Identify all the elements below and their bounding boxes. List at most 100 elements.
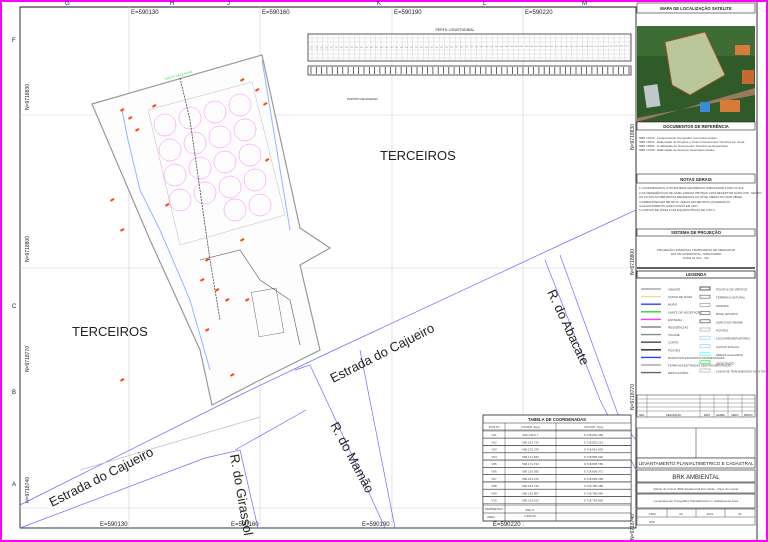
- client-name: BRK AMBIENTAL: [672, 475, 720, 481]
- column-header: COORD. N(m): [584, 425, 604, 429]
- column-label: G: [65, 1, 70, 7]
- table-cell: 590.163.723: [522, 440, 539, 444]
- longitudinal-profile: PERFIL LONGITUDINAL: [307, 28, 632, 76]
- road-label-r-do-mamao: R. do Mamão: [327, 419, 377, 495]
- projection-info: PROJEÇÃO UNIVERSAL TRANSVERSA DE MERCATO…: [657, 247, 736, 260]
- neighbor-label: TERCEIROS: [72, 324, 148, 339]
- svg-text:E=590220: E=590220: [493, 522, 521, 528]
- footer-value: R00: [649, 520, 655, 524]
- legend-swatch: [699, 319, 711, 324]
- legend-swatch: [699, 294, 711, 299]
- table-cell: 590.155.835: [522, 470, 539, 474]
- table-cell: V09: [491, 491, 497, 495]
- revision-header: APROV.: [744, 414, 754, 417]
- table-row: [482, 460, 632, 468]
- legend-item: TALUDE: [668, 333, 680, 337]
- property-parcel: PORTÃO DE ACESSO NORTE DA QUADRA: [91, 54, 378, 406]
- legend-item: CURVA DE NÍVEL: [668, 295, 693, 299]
- svg-text:N=9718770: N=9718770: [25, 346, 31, 372]
- table-cell: 9.718.832.358: [584, 433, 604, 437]
- table-cell: 590.151.276: [522, 477, 539, 481]
- svg-text:E=590190: E=590190: [362, 522, 390, 528]
- legend-item: LAGOA/RESERVATÓRIO: [716, 336, 751, 341]
- legend-item: LIMITE DE VEGETAÇÃO: [668, 309, 703, 314]
- legend-item: CAIXAS D'ÁGUA: [716, 345, 739, 349]
- table-row: [482, 438, 632, 446]
- legend-item: POSTES: [668, 348, 680, 352]
- column-header: PONTO: [489, 425, 500, 429]
- footer-value: 1:500: [648, 512, 656, 516]
- table-cell: 9.718.763.893: [584, 499, 604, 503]
- survey-title: LEVANTAMENTO PLANIALTIMÉTRICO E CADASTRA…: [638, 460, 753, 466]
- table-cell: 9.718.805.786: [584, 462, 604, 466]
- svg-text:ÁREA: ÁREA: [487, 515, 495, 519]
- table-cell: V07: [491, 477, 497, 481]
- table-cell: V03: [491, 448, 497, 452]
- row-label: F: [12, 38, 16, 44]
- survey-marker: [109, 197, 115, 202]
- svg-text:FUSO 24 SUL - MC: FUSO 24 SUL - MC: [683, 256, 710, 260]
- legend-item: ÁREAS ALAGADAS: [716, 353, 743, 357]
- revision-header: DESEN.: [716, 414, 726, 417]
- table-cell: 9.718.830.213: [584, 440, 604, 444]
- road-label-estrada-do-cajueiro: Estrada do Cajueiro: [47, 444, 156, 510]
- satellite-map: [637, 26, 755, 122]
- table-row: [482, 496, 632, 504]
- table-cell: V01: [491, 433, 497, 437]
- svg-text:E=590130: E=590130: [131, 10, 159, 16]
- footer-value: A3: [679, 512, 683, 516]
- row-label: A: [12, 482, 16, 488]
- table-cell: 9.718.805.188: [584, 477, 604, 481]
- legend-swatch: [699, 327, 711, 332]
- table-cell: V10: [491, 499, 497, 503]
- table-cell: 9.718.780.385: [584, 484, 604, 488]
- legend-item: TERRENO NATURAL: [716, 296, 746, 300]
- table-row: [482, 445, 632, 453]
- svg-text:PERFIL LONGITUDINAL: PERFIL LONGITUDINAL: [436, 28, 475, 32]
- notes-list: 1-COORDENADAS UTM SISTEMA GEODÉSICO SIRG…: [639, 185, 762, 212]
- legend-item: VEGETAÇÃO: [716, 360, 735, 365]
- svg-text:TABELA DE COORDENADAS: TABELA DE COORDENADAS: [528, 417, 586, 422]
- coordinate-table: TABELA DE COORDENADAS PONTO COORD. E(m) CO…: [482, 414, 632, 522]
- footer-value: 2021: [707, 512, 714, 516]
- table-cell: 9.718.810.635: [584, 448, 604, 452]
- table-cell: 590.171.843: [522, 455, 539, 459]
- table-row: [482, 467, 632, 475]
- legend-item: RESIDÊNCIAS: [668, 325, 688, 330]
- column-label: K: [377, 1, 381, 7]
- survey-drawing: G H J K L M F C B A E=590130 E=590160 E=…: [0, 0, 768, 542]
- survey-marker: [119, 378, 125, 382]
- table-cell: 590.130.857: [522, 491, 539, 495]
- column-label: J: [227, 1, 230, 7]
- svg-text:N=9718740: N=9718740: [25, 477, 31, 503]
- legend-item: EDIFICAÇÕES: [668, 370, 688, 375]
- revision-header: REV.: [639, 414, 645, 417]
- column-label: H: [170, 1, 174, 7]
- survey-marker: [119, 227, 125, 232]
- table-cell: 590.171.744: [522, 462, 539, 466]
- table-row: [482, 481, 632, 490]
- svg-text:5-CURVAS DE NÍVEL COM EQUIDIST: 5-CURVAS DE NÍVEL COM EQUIDISTÂNCIA DE 0…: [639, 207, 716, 212]
- legend-item: CERCA DE ARAME: [716, 320, 743, 324]
- revision-header: DESCRIÇÃO: [666, 414, 681, 417]
- svg-text:E=590220: E=590220: [525, 10, 553, 16]
- table-cell: V08: [491, 484, 497, 488]
- table-cell: 590.133.743: [522, 484, 539, 488]
- table-cell: V02: [491, 440, 497, 444]
- road-label-estrada-do-cajueiro: Estrada do Cajueiro: [328, 320, 437, 386]
- svg-text:588,71: 588,71: [525, 508, 535, 512]
- svg-text:N=9718770: N=9718770: [630, 384, 636, 410]
- svg-text:N=9718800: N=9718800: [630, 249, 636, 275]
- legend: ADMATE CURVA DE NÍVEL MURO LIMITE DE VEGETA…: [641, 287, 768, 375]
- legend-item: PONTES: [716, 329, 728, 333]
- row-label: B: [12, 390, 16, 396]
- table-cell: 590.133.613: [522, 499, 539, 503]
- legend-item: BASE GPS/RTK: [716, 312, 738, 316]
- svg-text:PERÍMETRO: PERÍMETRO: [485, 507, 504, 511]
- column-header: COORD. E(m): [521, 425, 540, 429]
- table-cell: V05: [491, 462, 497, 466]
- svg-text:E=590160: E=590160: [262, 10, 290, 16]
- legend-swatch: [699, 303, 711, 307]
- projection-title: SISTEMA DE PROJEÇÃO: [671, 230, 722, 235]
- revision-header: DATA: [704, 414, 711, 417]
